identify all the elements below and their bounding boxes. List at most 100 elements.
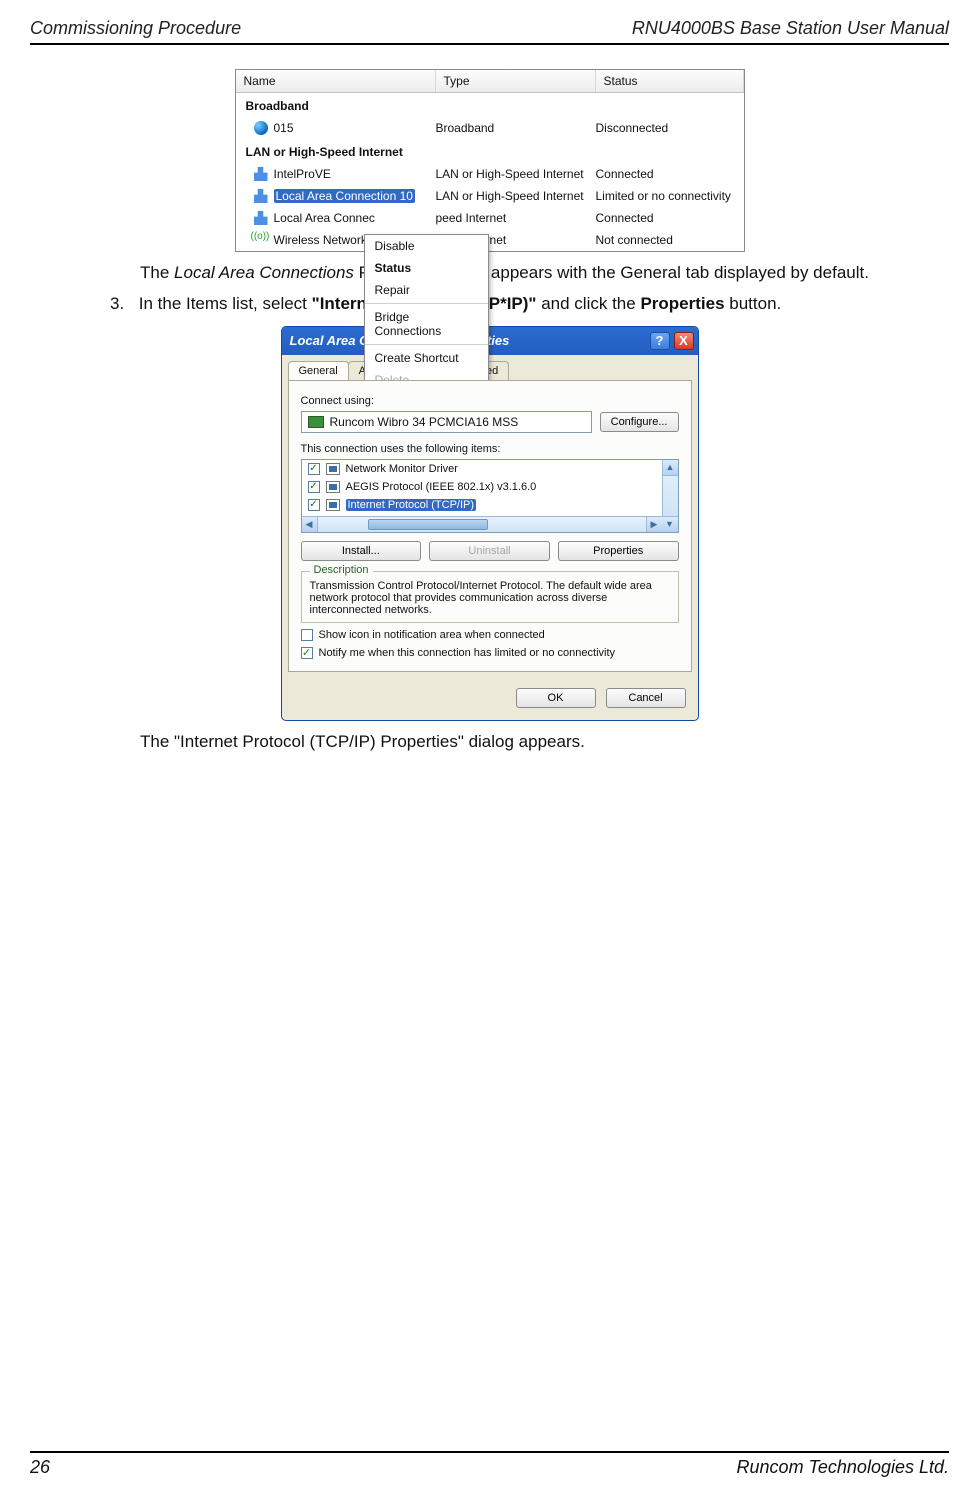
text-italic: Local Area Connections xyxy=(174,263,354,282)
row-type: peed Internet xyxy=(436,211,596,225)
row-type: LAN or High-Speed Internet xyxy=(436,189,596,203)
checkbox-label: Notify me when this connection has limit… xyxy=(319,647,616,659)
text: button. xyxy=(725,294,782,313)
text: In the Items list, select xyxy=(139,294,312,313)
step-number: 3. xyxy=(110,293,134,316)
protocol-icon xyxy=(326,481,340,493)
row-name: Wireless Network ( xyxy=(274,233,375,247)
scroll-up-icon[interactable]: ▲ xyxy=(663,460,678,476)
wifi-icon xyxy=(254,233,268,247)
lan-icon xyxy=(254,211,268,225)
row-name: Local Area Connection 10 xyxy=(274,189,415,203)
row-name: 015 xyxy=(274,121,294,135)
step-3: 3. In the Items list, select "Internet P… xyxy=(110,293,930,316)
protocol-icon xyxy=(326,499,340,511)
adapter-field[interactable]: Runcom Wibro 34 PCMCIA16 MSS xyxy=(301,411,592,433)
menu-disable[interactable]: Disable xyxy=(365,235,488,257)
adapter-name: Runcom Wibro 34 PCMCIA16 MSS xyxy=(330,415,519,429)
checkbox-icon[interactable]: ✓ xyxy=(308,463,320,475)
install-button[interactable]: Install... xyxy=(301,541,422,561)
text: and click the xyxy=(537,294,641,313)
header-left: Commissioning Procedure xyxy=(30,18,241,39)
horizontal-scrollbar[interactable]: ◀ ▶ xyxy=(302,516,662,532)
dialog-titlebar[interactable]: Local Area Connection 3 Properties ? X xyxy=(282,327,698,355)
network-connections-figure: Name Type Status Broadband 015 Broadband… xyxy=(235,69,745,252)
ok-button[interactable]: OK xyxy=(516,688,596,708)
footer-company: Runcom Technologies Ltd. xyxy=(737,1457,949,1478)
checkbox-icon[interactable] xyxy=(301,629,313,641)
show-icon-checkbox[interactable]: Show icon in notification area when conn… xyxy=(301,629,679,641)
checkbox-checked-icon[interactable] xyxy=(301,647,313,659)
items-listbox[interactable]: ✓ Network Monitor Driver ✓ AEGIS Protocol … xyxy=(301,459,679,533)
list-item-selected[interactable]: ✓ Internet Protocol (TCP/IP) xyxy=(302,496,678,514)
paragraph-1: The Local Area Connections Properties di… xyxy=(140,262,930,285)
checkbox-label: Show icon in notification area when conn… xyxy=(319,629,545,641)
menu-repair[interactable]: Repair xyxy=(365,279,488,301)
item-label: Network Monitor Driver xyxy=(346,463,458,475)
row-status: Limited or no connectivity xyxy=(596,189,744,203)
menu-shortcut[interactable]: Create Shortcut xyxy=(365,347,488,369)
paragraph-2: The "Internet Protocol (TCP/IP) Properti… xyxy=(140,731,930,754)
adapter-icon xyxy=(308,416,324,428)
row-015[interactable]: 015 Broadband Disconnected xyxy=(236,117,744,139)
description-title: Description xyxy=(310,564,373,576)
row-status: Not connected xyxy=(596,233,744,247)
list-item[interactable]: ✓ Network Monitor Driver xyxy=(302,460,678,478)
tab-general[interactable]: General xyxy=(288,361,349,380)
menu-separator xyxy=(365,344,488,345)
checkbox-icon[interactable]: ✓ xyxy=(308,481,320,493)
page-footer: 26 Runcom Technologies Ltd. xyxy=(30,1451,949,1478)
group-broadband: Broadband xyxy=(236,93,744,117)
properties-button[interactable]: Properties xyxy=(558,541,679,561)
uses-label: This connection uses the following items… xyxy=(301,443,679,455)
help-button[interactable]: ? xyxy=(650,332,670,350)
menu-separator xyxy=(365,303,488,304)
row-status: Disconnected xyxy=(596,121,744,135)
lan-icon xyxy=(254,189,268,203)
row-type: LAN or High-Speed Internet xyxy=(436,167,596,181)
protocol-icon xyxy=(326,463,340,475)
header-right: RNU4000BS Base Station User Manual xyxy=(632,18,949,39)
item-label: AEGIS Protocol (IEEE 802.1x) v3.1.6.0 xyxy=(346,481,537,493)
item-label: Internet Protocol (TCP/IP) xyxy=(346,499,477,511)
col-status[interactable]: Status xyxy=(596,70,744,92)
menu-bridge[interactable]: Bridge Connections xyxy=(365,306,488,342)
col-type[interactable]: Type xyxy=(436,70,596,92)
row-lac10[interactable]: Local Area Connection 10 LAN or High-Spe… xyxy=(236,185,744,207)
tab-panel: Connect using: Runcom Wibro 34 PCMCIA16 … xyxy=(288,380,692,672)
vertical-scrollbar[interactable]: ▲ xyxy=(662,460,678,516)
description-group: Description Transmission Control Protoco… xyxy=(301,571,679,623)
list-header: Name Type Status xyxy=(236,70,744,93)
group-lan: LAN or High-Speed Internet xyxy=(236,139,744,163)
row-intelprove[interactable]: IntelProVE LAN or High-Speed Internet Co… xyxy=(236,163,744,185)
tab-strip: General Authentication Advanced xyxy=(282,355,698,380)
row-lac[interactable]: Local Area Connec peed Internet Connecte… xyxy=(236,207,744,229)
description-text: Transmission Control Protocol/Internet P… xyxy=(310,580,670,616)
row-wireless[interactable]: Wireless Network ( peed Internet Not con… xyxy=(236,229,744,251)
lan-icon xyxy=(254,167,268,181)
page-number: 26 xyxy=(30,1457,50,1478)
globe-icon xyxy=(254,121,268,135)
uninstall-button: Uninstall xyxy=(429,541,550,561)
connect-using-label: Connect using: xyxy=(301,395,679,407)
scroll-down-icon[interactable]: ▼ xyxy=(662,516,678,532)
properties-dialog-figure: Local Area Connection 3 Properties ? X G… xyxy=(281,326,699,721)
footer-rule xyxy=(30,1451,949,1453)
scroll-right-icon[interactable]: ▶ xyxy=(646,517,662,532)
scroll-left-icon[interactable]: ◀ xyxy=(302,517,318,532)
row-name: Local Area Connec xyxy=(274,211,375,225)
configure-button[interactable]: Configure... xyxy=(600,412,679,432)
text: The xyxy=(140,263,174,282)
header-rule xyxy=(30,43,949,45)
list-item[interactable]: ✓ AEGIS Protocol (IEEE 802.1x) v3.1.6.0 xyxy=(302,478,678,496)
col-name[interactable]: Name xyxy=(236,70,436,92)
row-status: Connected xyxy=(596,211,744,225)
cancel-button[interactable]: Cancel xyxy=(606,688,686,708)
text-bold: Properties xyxy=(640,294,724,313)
menu-status[interactable]: Status xyxy=(365,257,488,279)
close-button[interactable]: X xyxy=(674,332,694,350)
scroll-thumb[interactable] xyxy=(368,519,488,530)
row-type: Broadband xyxy=(436,121,596,135)
checkbox-icon[interactable]: ✓ xyxy=(308,499,320,511)
notify-checkbox[interactable]: Notify me when this connection has limit… xyxy=(301,647,679,659)
